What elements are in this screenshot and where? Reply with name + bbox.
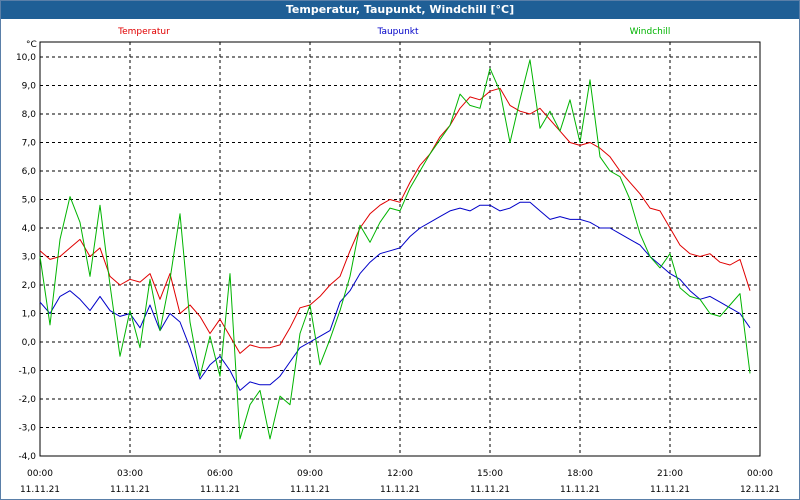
x-tick-date: 11.11.21 <box>470 485 510 495</box>
y-tick-label: 4,0 <box>22 224 37 234</box>
y-tick-label: 10,0 <box>16 53 36 63</box>
legend-entry: Temperatur <box>117 27 170 37</box>
x-tick-date: 11.11.21 <box>560 485 600 495</box>
y-tick-label: 6,0 <box>22 167 37 177</box>
x-axis-ticks: 00:00 11.11.21 03:00 11.11.21 06:00 11.11.21 0… <box>20 469 780 495</box>
x-tick-time: 21:00 <box>657 469 683 479</box>
x-tick-date: 11.11.21 <box>650 485 690 495</box>
y-tick-label: -2,0 <box>18 395 36 405</box>
grid <box>40 42 760 456</box>
y-tick-label: 1,0 <box>22 310 37 320</box>
x-tick-date: 11.11.21 <box>20 485 60 495</box>
x-tick-time: 15:00 <box>477 469 503 479</box>
y-tick-label: 7,0 <box>22 139 37 149</box>
y-tick-label: 8,0 <box>22 110 37 120</box>
chart-canvas: 10,0 9,0 8,0 7,0 6,0 5,0 4,0 3,0 2,0 1,0 0,0 -1,0 -2… <box>16 27 780 495</box>
x-tick-time: 00:00 <box>747 469 773 479</box>
y-tick-label: -1,0 <box>18 367 36 377</box>
x-tick-date: 12.11.21 <box>740 485 780 495</box>
legend: Temperatur Taupunkt Windchill <box>117 27 670 37</box>
y-tick-label: 5,0 <box>22 196 37 206</box>
y-tick-label: 9,0 <box>22 82 37 92</box>
y-tick-label: 2,0 <box>22 281 37 291</box>
x-tick-time: 03:00 <box>117 469 143 479</box>
legend-entry: Windchill <box>630 27 671 37</box>
x-tick-date: 11.11.21 <box>200 485 240 495</box>
legend-entry: Taupunkt <box>376 27 419 37</box>
x-tick-time: 12:00 <box>387 469 413 479</box>
y-tick-label: 0,0 <box>22 338 37 348</box>
series-lines <box>39 59 751 440</box>
x-tick-date: 11.11.21 <box>380 485 420 495</box>
y-tick-label: -4,0 <box>18 452 36 462</box>
y-tick-label: -3,0 <box>18 424 36 434</box>
x-tick-time: 09:00 <box>297 469 323 479</box>
x-tick-time: 18:00 <box>567 469 593 479</box>
x-tick-time: 00:00 <box>27 469 53 479</box>
y-tick-label: 3,0 <box>22 253 37 263</box>
y-axis-ticks: 10,0 9,0 8,0 7,0 6,0 5,0 4,0 3,0 2,0 1,0 0,0 -1,0 -2… <box>16 53 36 462</box>
x-tick-time: 06:00 <box>207 469 233 479</box>
series-line-taupunkt <box>39 201 751 391</box>
x-tick-date: 11.11.21 <box>290 485 330 495</box>
x-tick-date: 11.11.21 <box>110 485 150 495</box>
y-axis-label: °C <box>26 40 37 50</box>
